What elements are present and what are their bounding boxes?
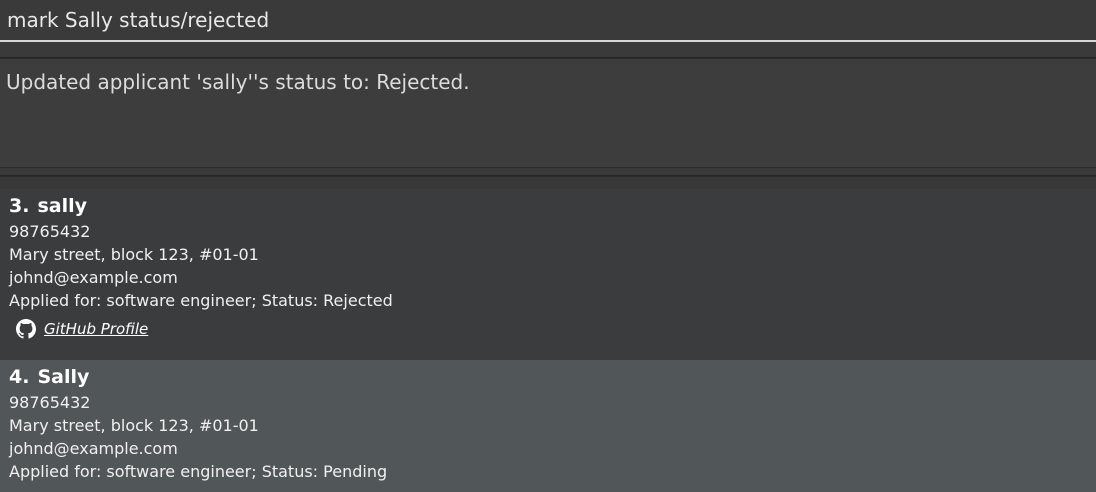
result-message: Updated applicant 'sally''s status to: R… [6, 70, 470, 94]
applicant-address: Mary street, block 123, #01-01 [9, 245, 259, 264]
applicant-name: Sally [37, 366, 90, 388]
applicant-card[interactable]: 4. Sally 98765432 Mary street, block 123,… [0, 360, 1096, 492]
applicant-application-status: Applied for: software engineer; Status: … [9, 291, 393, 310]
applicant-email: johnd@example.com [9, 439, 178, 458]
github-icon [16, 319, 36, 339]
github-profile-row[interactable]: GitHub Profile [16, 318, 148, 340]
command-box [0, 0, 1096, 42]
command-input[interactable] [7, 5, 1087, 35]
applicant-application-status: Applied for: software engineer; Status: … [9, 462, 388, 481]
applicant-email: johnd@example.com [9, 268, 178, 287]
applicant-phone: 98765432 [9, 393, 91, 412]
applicant-address: Mary street, block 123, #01-01 [9, 416, 259, 435]
app-window: Updated applicant 'sally''s status to: R… [0, 0, 1096, 492]
applicant-title: 3. sally [9, 193, 87, 219]
result-display: Updated applicant 'sally''s status to: R… [0, 58, 1096, 168]
applicant-title: 4. Sally [9, 364, 89, 390]
applicant-card[interactable]: 3. sally 98765432 Mary street, block 123,… [0, 189, 1096, 360]
github-profile-link[interactable]: GitHub Profile [44, 320, 148, 338]
applicant-phone: 98765432 [9, 222, 91, 241]
divider [0, 44, 1096, 58]
divider [0, 168, 1096, 176]
applicant-index: 3. [9, 195, 30, 217]
applicant-index: 4. [9, 366, 30, 388]
applicant-name: sally [37, 195, 87, 217]
applicant-list[interactable]: 3. sally 98765432 Mary street, block 123,… [0, 176, 1096, 492]
